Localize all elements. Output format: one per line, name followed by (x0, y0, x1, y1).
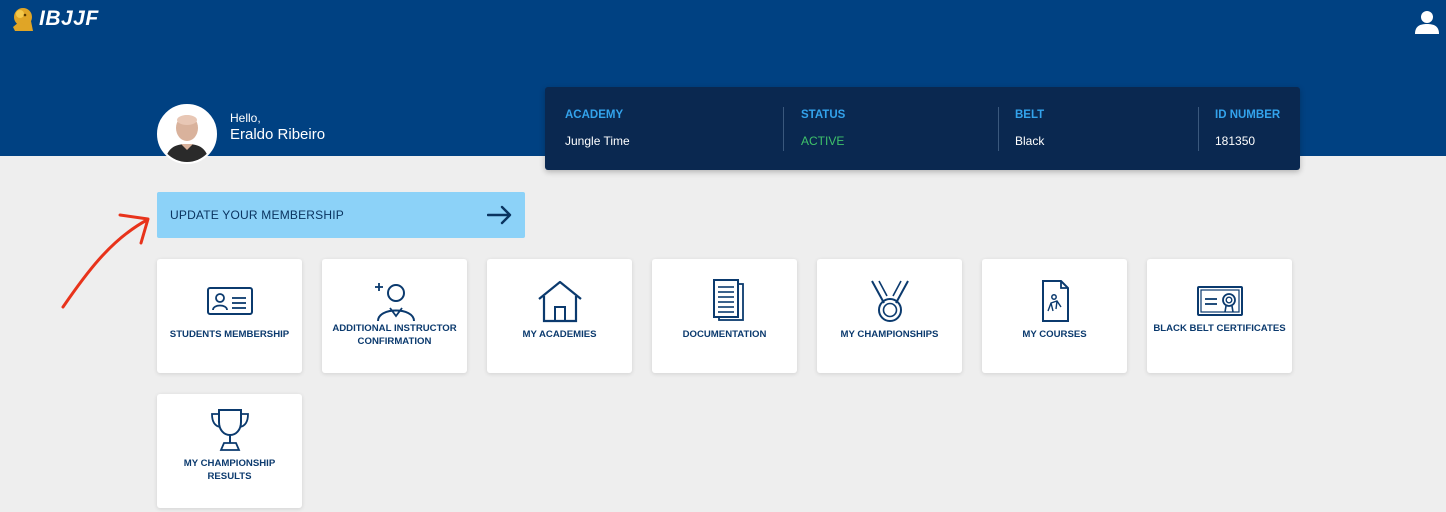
trophy-icon (210, 409, 249, 451)
id-number-value: 181350 (1215, 134, 1256, 148)
certificate-icon (1196, 286, 1243, 316)
academy-value: Jungle Time (565, 134, 630, 148)
id-number-label: ID NUMBER (1215, 109, 1281, 121)
divider (783, 107, 784, 151)
belt-label: BELT (1015, 109, 1045, 121)
status-value: ACTIVE (801, 134, 845, 148)
academy-label: ACADEMY (565, 109, 624, 121)
tile-label: BLACK BELT CERTIFICATES (1153, 323, 1286, 334)
documents-icon (712, 279, 744, 321)
tile-label: STUDENTS MEMBERSHIP (169, 329, 290, 340)
tile-black-belt-certificates[interactable]: BLACK BELT CERTIFICATES (1147, 259, 1292, 373)
tile-label: MY COURSES (1022, 329, 1087, 340)
member-info-card: ACADEMY Jungle Time STATUS ACTIVE BELT B… (545, 87, 1300, 170)
tile-label: ADDITIONAL INSTRUCTOR CONFIRMATION (332, 323, 457, 347)
tile-label: MY CHAMPIONSHIPS (840, 329, 939, 340)
tile-my-academies[interactable]: MY ACADEMIES (487, 259, 632, 373)
tile-my-championships[interactable]: MY CHAMPIONSHIPS (817, 259, 962, 373)
tile-students-membership[interactable]: STUDENTS MEMBERSHIP (157, 259, 302, 373)
house-icon (537, 280, 582, 323)
belt-value: Black (1015, 134, 1045, 148)
tile-additional-instructor-confirmation[interactable]: ADDITIONAL INSTRUCTOR CONFIRMATION (322, 259, 467, 373)
user-name: Eraldo Ribeiro (230, 126, 326, 143)
profile-photo (159, 106, 215, 162)
ibjjf-logo[interactable]: IBJJF (9, 5, 99, 33)
tile-label: MY ACADEMIES (522, 329, 597, 340)
tile-my-championship-results[interactable]: MY CHAMPIONSHIP RESULTS (157, 394, 302, 508)
update-membership-button[interactable]: UPDATE YOUR MEMBERSHIP (157, 192, 525, 238)
tile-documentation[interactable]: DOCUMENTATION (652, 259, 797, 373)
tile-label: DOCUMENTATION (682, 329, 767, 340)
id-card-icon (206, 287, 253, 315)
course-document-icon (1041, 280, 1069, 322)
tile-label: MY CHAMPIONSHIP RESULTS (183, 458, 276, 482)
lion-logo-icon (13, 8, 33, 31)
add-instructor-icon (374, 283, 415, 322)
divider (1198, 107, 1199, 151)
status-label: STATUS (801, 109, 846, 121)
annotation-arrow-icon (61, 213, 150, 309)
divider (998, 107, 999, 151)
update-membership-label: UPDATE YOUR MEMBERSHIP (170, 208, 344, 222)
greeting-text: Hello, (230, 111, 261, 125)
tile-my-courses[interactable]: MY COURSES (982, 259, 1127, 373)
logo-text: IBJJF (39, 7, 99, 30)
medal-icon (870, 280, 909, 322)
arrow-right-icon (487, 205, 512, 225)
user-icon[interactable] (1414, 9, 1440, 35)
avatar[interactable] (157, 104, 217, 164)
